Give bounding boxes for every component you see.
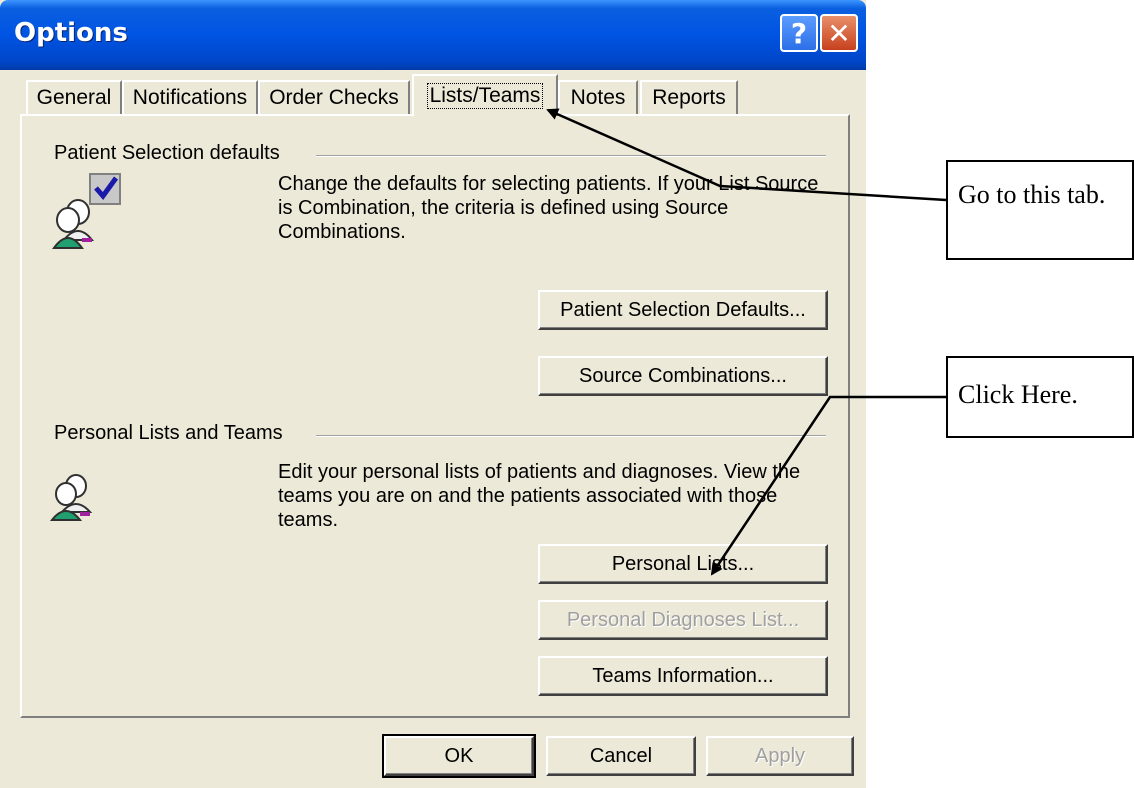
click-callout-arrow [710,395,946,576]
tab-callout-arrow [546,108,947,202]
annotation-arrows [546,108,947,576]
